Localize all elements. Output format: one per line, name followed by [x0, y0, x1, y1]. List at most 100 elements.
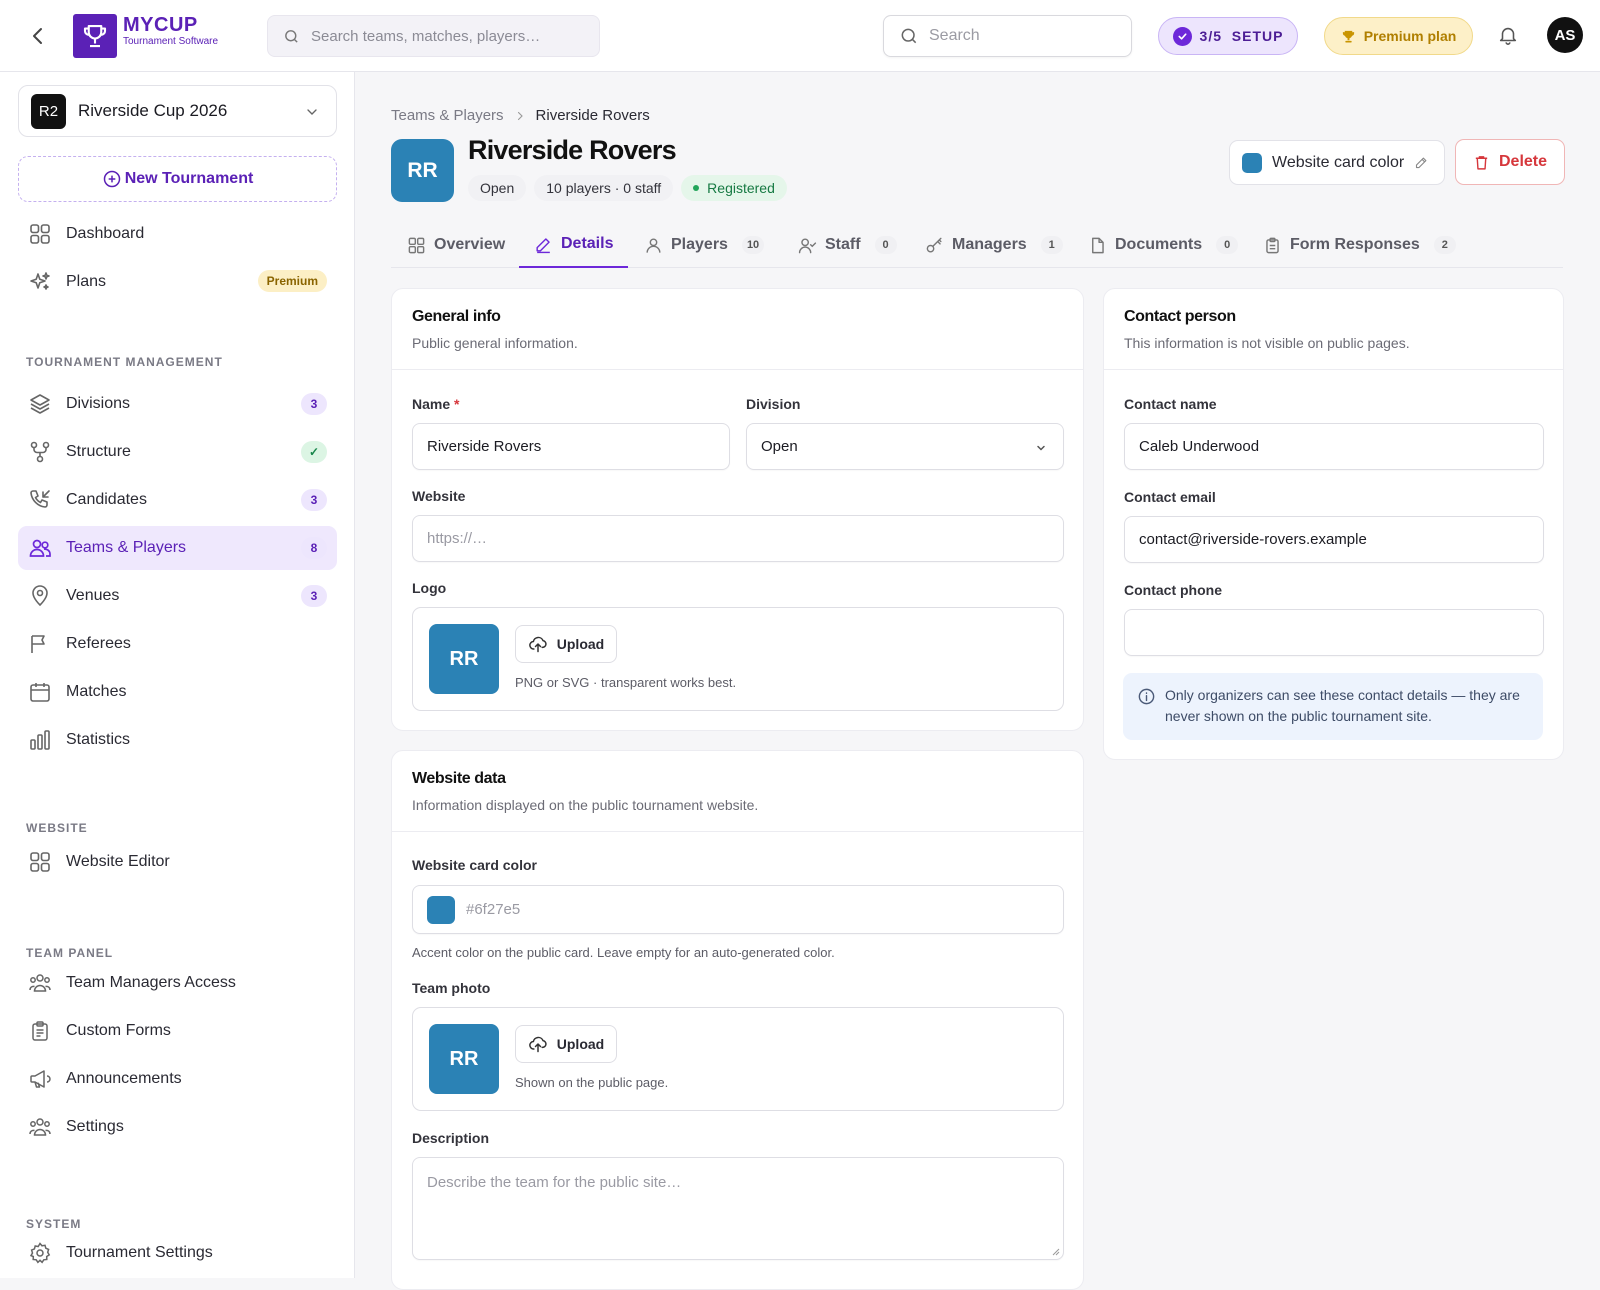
sidebar-item-label: Teams & Players: [66, 539, 187, 556]
section-heading-management: TOURNAMENT MANAGEMENT: [26, 355, 223, 369]
breadcrumb-parent-link[interactable]: Teams & Players: [391, 107, 504, 124]
pencil-icon: [536, 237, 550, 253]
trophy-logo-icon[interactable]: [73, 14, 117, 58]
sidebar-item-label: Candidates: [66, 491, 147, 508]
count-badge: 3: [301, 585, 327, 607]
contact-name-field[interactable]: Caleb Underwood: [1124, 423, 1544, 470]
description-textarea[interactable]: Describe the team for the public site…: [412, 1157, 1064, 1260]
user-icon: [646, 237, 661, 253]
tab-label: Managers: [952, 236, 1027, 253]
privacy-note: Only organizers can see these contact de…: [1123, 673, 1543, 740]
chevron-right-icon: [517, 111, 523, 120]
tab-documents[interactable]: Documents 0: [1088, 222, 1239, 268]
tab-label: Details: [561, 235, 614, 252]
tournament-badge: R2: [31, 93, 66, 129]
sidebar-item-label: Settings: [66, 1118, 124, 1135]
document-icon: [1092, 237, 1104, 253]
sidebar-item-plans[interactable]: Plans Premium: [18, 260, 337, 304]
calendar-icon: [30, 683, 50, 702]
sparkles-icon: [30, 272, 50, 290]
phone-incoming-icon: [30, 490, 50, 508]
name-field[interactable]: Riverside Rovers: [412, 423, 730, 470]
tab-bar: Overview Details Players 10 Staff 0 Mana…: [391, 222, 1563, 268]
count-badge: 3: [301, 489, 327, 511]
resize-handle-icon[interactable]: [1050, 1246, 1060, 1256]
required-asterisk: *: [454, 396, 460, 412]
sidebar-item-settings[interactable]: Settings: [18, 1105, 337, 1149]
sidebar-item-label: Matches: [66, 683, 127, 700]
contact-phone-field[interactable]: [1124, 609, 1544, 656]
division-select[interactable]: Open: [746, 423, 1064, 470]
breadcrumb: Teams & Players Riverside Rovers: [391, 107, 650, 124]
sidebar-item-label: Structure: [66, 443, 131, 460]
search-placeholder: Search: [929, 27, 980, 44]
new-tournament-button[interactable]: New Tournament: [18, 156, 337, 202]
tournament-name: Riverside Cup 2026: [78, 101, 228, 120]
website-field[interactable]: https://…: [412, 515, 1064, 562]
tab-staff[interactable]: Staff 0: [798, 222, 897, 268]
sidebar-item-announcements[interactable]: Announcements: [18, 1057, 337, 1101]
sidebar-item-label: Divisions: [66, 395, 131, 412]
tab-label: Form Responses: [1290, 236, 1420, 253]
sidebar-item-label: Referees: [66, 635, 131, 652]
contact-email-field[interactable]: contact@riverside-rovers.example: [1124, 516, 1544, 563]
clipboard-icon: [1266, 237, 1279, 253]
sidebar-item-label: Dashboard: [66, 225, 145, 242]
brand-logo[interactable]: MYCUP Tournament Software: [123, 14, 218, 48]
website-card-color-button[interactable]: Website card color: [1229, 140, 1445, 185]
grid-icon: [30, 224, 50, 244]
sidebar-item-candidates[interactable]: Candidates 3: [18, 478, 337, 522]
global-search-input[interactable]: Search teams, matches, players…: [267, 15, 600, 57]
tab-count: 0: [874, 236, 897, 254]
sidebar-item-dashboard[interactable]: Dashboard: [18, 212, 337, 256]
search-input[interactable]: Search: [883, 15, 1132, 57]
premium-plan-button[interactable]: Premium plan: [1324, 17, 1473, 55]
tab-managers[interactable]: Managers 1: [925, 222, 1063, 268]
back-arrow-icon[interactable]: [26, 24, 50, 48]
sidebar-item-structure[interactable]: Structure ✓: [18, 430, 337, 474]
plus-circle-icon: [103, 170, 120, 188]
sidebar-item-referees[interactable]: Referees: [18, 622, 337, 666]
search-icon: [285, 29, 298, 43]
sidebar-item-website-editor[interactable]: Website Editor: [18, 840, 337, 884]
sidebar-item-venues[interactable]: Venues 3: [18, 574, 337, 618]
tournament-selector[interactable]: R2 Riverside Cup 2026: [18, 85, 337, 137]
count-badge: 8: [301, 537, 327, 559]
card-color-field[interactable]: #6f27e5: [412, 885, 1064, 934]
color-swatch: [1242, 152, 1262, 173]
delete-button[interactable]: Delete: [1455, 139, 1565, 185]
delete-label: Delete: [1498, 153, 1548, 170]
sidebar-item-teams-players[interactable]: Teams & Players 8: [18, 526, 337, 570]
logo-upload-button[interactable]: Upload: [515, 625, 617, 663]
sidebar-item-custom-forms[interactable]: Custom Forms: [18, 1009, 337, 1053]
team-photo-upload-button[interactable]: Upload: [515, 1025, 617, 1063]
map-pin-icon: [32, 585, 48, 607]
description-placeholder: Describe the team for the public site…: [427, 1174, 682, 1191]
section-heading-website: WEBSITE: [26, 821, 88, 835]
color-swatch[interactable]: [427, 896, 455, 924]
premium-plan-label: Premium plan: [1363, 28, 1457, 44]
sidebar-item-statistics[interactable]: Statistics: [18, 718, 337, 762]
setup-progress-button[interactable]: 3/5 SETUP: [1158, 17, 1298, 55]
user-avatar[interactable]: AS: [1547, 17, 1583, 53]
sidebar-item-team-managers-access[interactable]: Team Managers Access: [18, 961, 337, 1005]
tab-count: 10: [741, 236, 765, 254]
setup-label: 3/5 SETUP: [1199, 28, 1284, 44]
cloud-upload-icon: [528, 1036, 547, 1053]
bell-icon[interactable]: [1497, 24, 1521, 48]
premium-badge: Premium: [257, 270, 327, 292]
tab-form-responses[interactable]: Form Responses 2: [1263, 222, 1456, 268]
sidebar-item-divisions[interactable]: Divisions 3: [18, 382, 337, 426]
sidebar-item-matches[interactable]: Matches: [18, 670, 337, 714]
clipboard-icon: [32, 1021, 48, 1041]
tab-count: 2: [1433, 236, 1456, 254]
card-subtitle: Public general information.: [412, 335, 578, 351]
tab-players[interactable]: Players 10: [644, 222, 765, 268]
sidebar-item-tournament-settings[interactable]: Tournament Settings: [18, 1231, 337, 1275]
sidebar-item-label: Tournament Settings: [66, 1244, 213, 1261]
tab-details[interactable]: Details: [519, 222, 629, 268]
division-label: Division: [746, 396, 801, 412]
sidebar-item-label: Website Editor: [66, 853, 170, 870]
upload-label: Upload: [556, 636, 605, 652]
tab-overview[interactable]: Overview: [407, 222, 505, 268]
